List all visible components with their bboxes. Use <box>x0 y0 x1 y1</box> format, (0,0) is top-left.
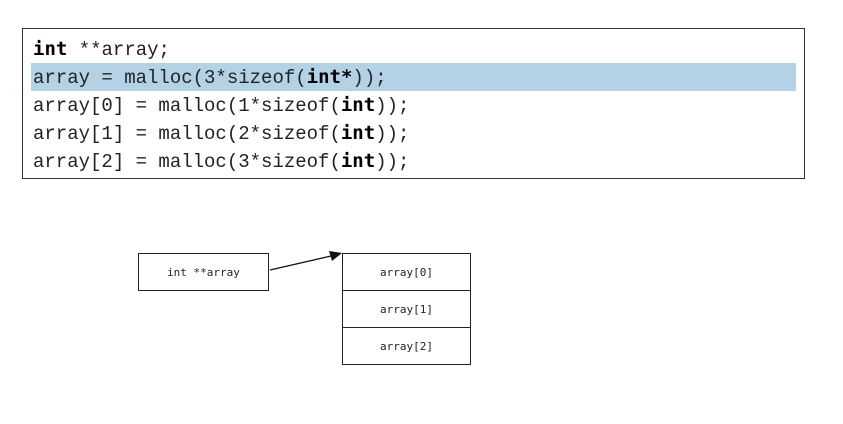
array-cell-2: array[2] <box>342 327 471 365</box>
code-line: array[1] = malloc(2*sizeof(int)); <box>31 119 796 147</box>
code-lines: int **array; array = malloc(3*sizeof(int*… <box>31 35 796 175</box>
array-cell-0: array[0] <box>342 253 471 291</box>
array-block: array[0] array[1] array[2] <box>342 253 471 365</box>
pointer-label: int **array <box>167 266 240 279</box>
code-text: **array; <box>67 39 170 61</box>
code-keyword: int* <box>306 66 353 88</box>
code-text: )); <box>375 123 410 145</box>
code-keyword: int <box>340 122 376 144</box>
code-text: )); <box>375 95 410 117</box>
code-line: int **array; <box>31 35 796 63</box>
code-text: )); <box>352 67 387 89</box>
pointer-arrow <box>269 251 342 271</box>
code-keyword: int <box>33 38 68 60</box>
code-line: array[0] = malloc(1*sizeof(int)); <box>31 91 796 119</box>
code-keyword: int <box>340 150 376 172</box>
array-cell-label: array[2] <box>380 340 433 353</box>
arrow-head-icon <box>329 251 342 261</box>
code-line-highlighted: array = malloc(3*sizeof(int*)); <box>31 63 796 91</box>
code-line: array[2] = malloc(3*sizeof(int)); <box>31 147 796 175</box>
code-listing: int **array; array = malloc(3*sizeof(int*… <box>22 28 805 179</box>
code-text: array = malloc(3*sizeof( <box>33 67 307 89</box>
array-cell-label: array[0] <box>380 266 433 279</box>
code-keyword: int <box>340 94 376 116</box>
code-text: array[0] = malloc(1*sizeof( <box>33 95 341 117</box>
pointer-variable-box: int **array <box>138 253 269 291</box>
code-text: array[2] = malloc(3*sizeof( <box>33 151 341 173</box>
array-cell-1: array[1] <box>342 290 471 328</box>
code-text: array[1] = malloc(2*sizeof( <box>33 123 341 145</box>
array-cell-label: array[1] <box>380 303 433 316</box>
arrow-line <box>269 255 332 271</box>
code-text: )); <box>375 151 410 173</box>
